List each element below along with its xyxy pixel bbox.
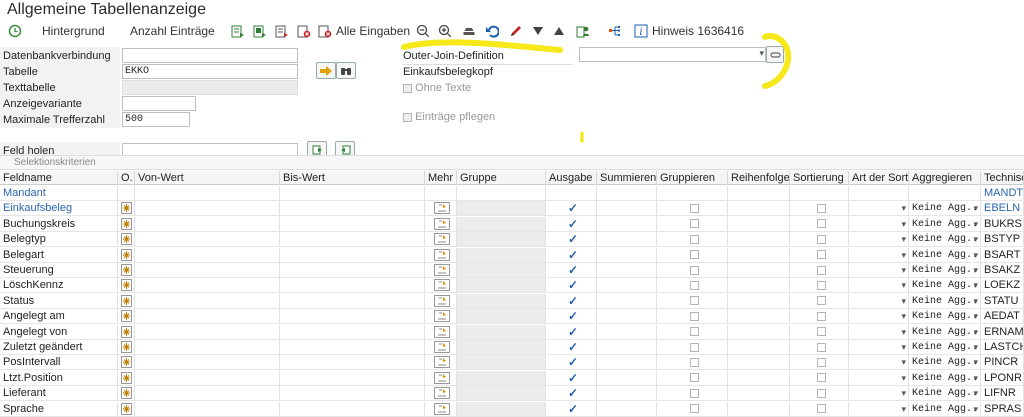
chevron-down-icon: ▾ [973, 403, 978, 414]
select-option-icon [121, 402, 132, 415]
gruppieren-checkbox [690, 404, 699, 414]
von-wert-cell[interactable] [135, 401, 280, 417]
gruppe-cell[interactable] [457, 401, 546, 417]
gruppieren-cell[interactable] [657, 401, 728, 417]
aggregieren-cell[interactable]: Keine Agg... ▾ [909, 401, 981, 417]
field-name-cell: Sprache [0, 401, 118, 417]
annotation-overlay [401, 33, 792, 143]
mehr-cell[interactable] [425, 401, 457, 417]
sortierung-checkbox [817, 404, 826, 414]
annotation-underline [401, 39, 563, 53]
reihenfolge-cell[interactable] [728, 401, 790, 417]
summieren-cell[interactable] [597, 401, 657, 417]
chevron-down-icon: ▾ [901, 403, 906, 414]
bis-wert-cell[interactable] [280, 401, 425, 417]
multiple-selection-icon [434, 402, 450, 415]
checkmark-icon: ✓ [568, 401, 579, 416]
sortierung-cell[interactable] [790, 401, 849, 417]
annotation-bracket [762, 33, 792, 89]
art-sortierung-cell[interactable]: ▾ [849, 401, 909, 417]
aggregieren-value: Keine Agg... [912, 403, 981, 415]
technical-name-cell: SPRAS [981, 401, 1024, 417]
option-cell[interactable] [118, 401, 135, 417]
ausgabe-cell[interactable]: ✓ [546, 401, 597, 417]
